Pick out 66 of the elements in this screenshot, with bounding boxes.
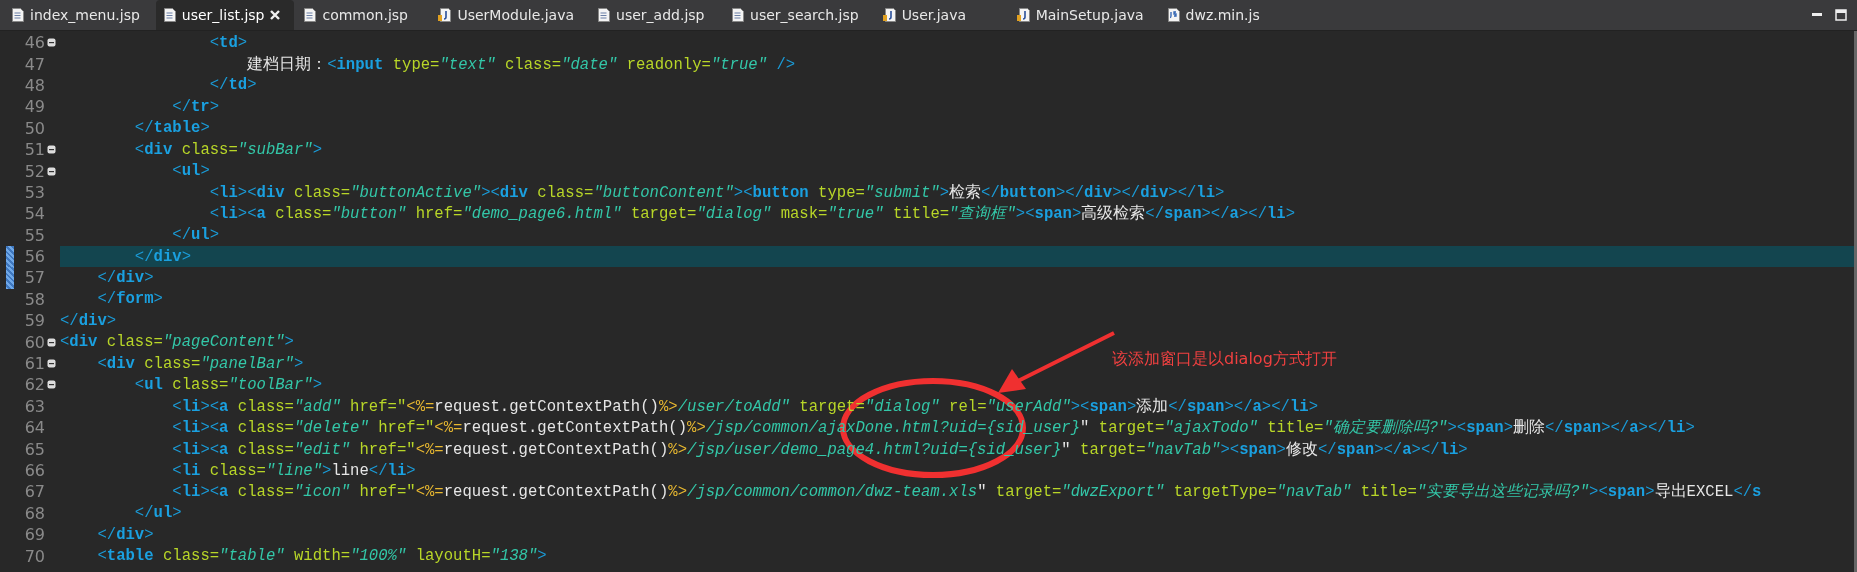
line-number: 51 <box>23 140 45 160</box>
code-line: <ul class="toolBar"> <box>133 375 323 394</box>
code-line: </table> <box>133 119 210 138</box>
file-tab[interactable]: common.jsp <box>296 0 429 30</box>
line-number: 70 <box>23 546 45 566</box>
line-number: 53 <box>23 182 45 202</box>
line-number: 67 <box>23 482 45 502</box>
code-line: <li class="line">line</li> <box>171 461 416 480</box>
line-number: 62 <box>23 375 45 395</box>
tab-label: UserModule.java <box>457 7 575 23</box>
code-line: <li><a class="icon" href="<%=request.getContextPath()%>/jsp/common/common/dwz-team.xls" target="dwzExport" targetType="navTab" title="实要导出这些记录吗?"><span>导出EXCEL</s <box>171 482 1762 503</box>
code-line: </form> <box>96 290 163 309</box>
code-line: </td> <box>208 76 257 95</box>
tab-label: user_add.jsp <box>616 7 705 23</box>
line-number: 55 <box>23 225 45 245</box>
line-number: 56 <box>23 247 45 267</box>
code-line: <div class="subBar"> <box>133 140 323 159</box>
line-number: 47 <box>23 54 45 74</box>
line-number: 66 <box>23 461 45 480</box>
code-line: </tr> <box>171 97 220 116</box>
line-number: 60 <box>23 332 45 352</box>
file-tab[interactable]: dwz.min.js <box>1159 0 1292 30</box>
tab-label: user_search.jsp <box>750 7 859 23</box>
code-line: <li><a class="button" href="demo_page6.html" target="dialog" mask="true" title="查询框"><span>高级检索</span></a></li> <box>208 203 1296 225</box>
tab-label: index_menu.jsp <box>30 7 140 23</box>
code-line: </ul> <box>171 226 220 245</box>
line-number: 58 <box>23 289 45 309</box>
line-number: 63 <box>23 396 45 416</box>
code-line: <div class="pageContent"> <box>60 333 294 352</box>
line-number: 64 <box>23 418 45 438</box>
code-line: </div> <box>96 525 154 544</box>
code-line: <li><div class="buttonActive"><div class="buttonContent"><button type="submit">检索</button></div></div></li> <box>208 182 1225 203</box>
line-number: 46 <box>23 33 45 53</box>
code-line: </div> <box>60 311 117 330</box>
code-line: </ul> <box>133 504 182 523</box>
line-number: 68 <box>23 503 45 523</box>
code-line: <table class="table" width="100%" layoutH="138"> <box>96 547 547 566</box>
line-number: 61 <box>23 354 45 374</box>
code-line: </div> <box>133 247 191 266</box>
code-line: 建档日期：<input type="text" class="date" readonly="true" /> <box>246 54 796 75</box>
line-number: 49 <box>23 97 45 117</box>
code-line: </div> <box>96 269 154 287</box>
line-number: 50 <box>23 118 45 138</box>
code-line: <ul> <box>171 162 210 181</box>
line-number: 54 <box>23 204 45 224</box>
file-tab[interactable]: UserModule.java <box>430 0 589 30</box>
annotation-text: 该添加窗口是以dialog方式打开 <box>1112 349 1337 370</box>
tab-label: common.jsp <box>322 7 408 23</box>
line-number: 48 <box>23 75 45 95</box>
file-tab[interactable]: user_list.jsp <box>155 0 295 30</box>
tab-label: user_list.jsp <box>181 7 265 23</box>
tab-label: MainSetup.java <box>1035 7 1144 23</box>
file-tab[interactable]: MainSetup.java <box>1008 0 1158 30</box>
tab-label: User.java <box>901 7 967 23</box>
line-number: 65 <box>23 439 45 459</box>
line-number: 59 <box>23 311 45 331</box>
file-tab[interactable]: user_search.jsp <box>724 0 873 30</box>
line-number: 52 <box>23 161 45 181</box>
tab-label: dwz.min.js <box>1185 7 1260 23</box>
line-number: 69 <box>23 525 45 545</box>
file-tab[interactable]: user_add.jsp <box>590 0 723 30</box>
code-line: <div class="panelBar"> <box>96 354 304 373</box>
file-tab[interactable]: User.java <box>874 0 1007 30</box>
file-tab[interactable]: index_menu.jsp <box>4 0 154 30</box>
line-number: 57 <box>23 268 45 288</box>
code-line: <td> <box>208 33 248 52</box>
